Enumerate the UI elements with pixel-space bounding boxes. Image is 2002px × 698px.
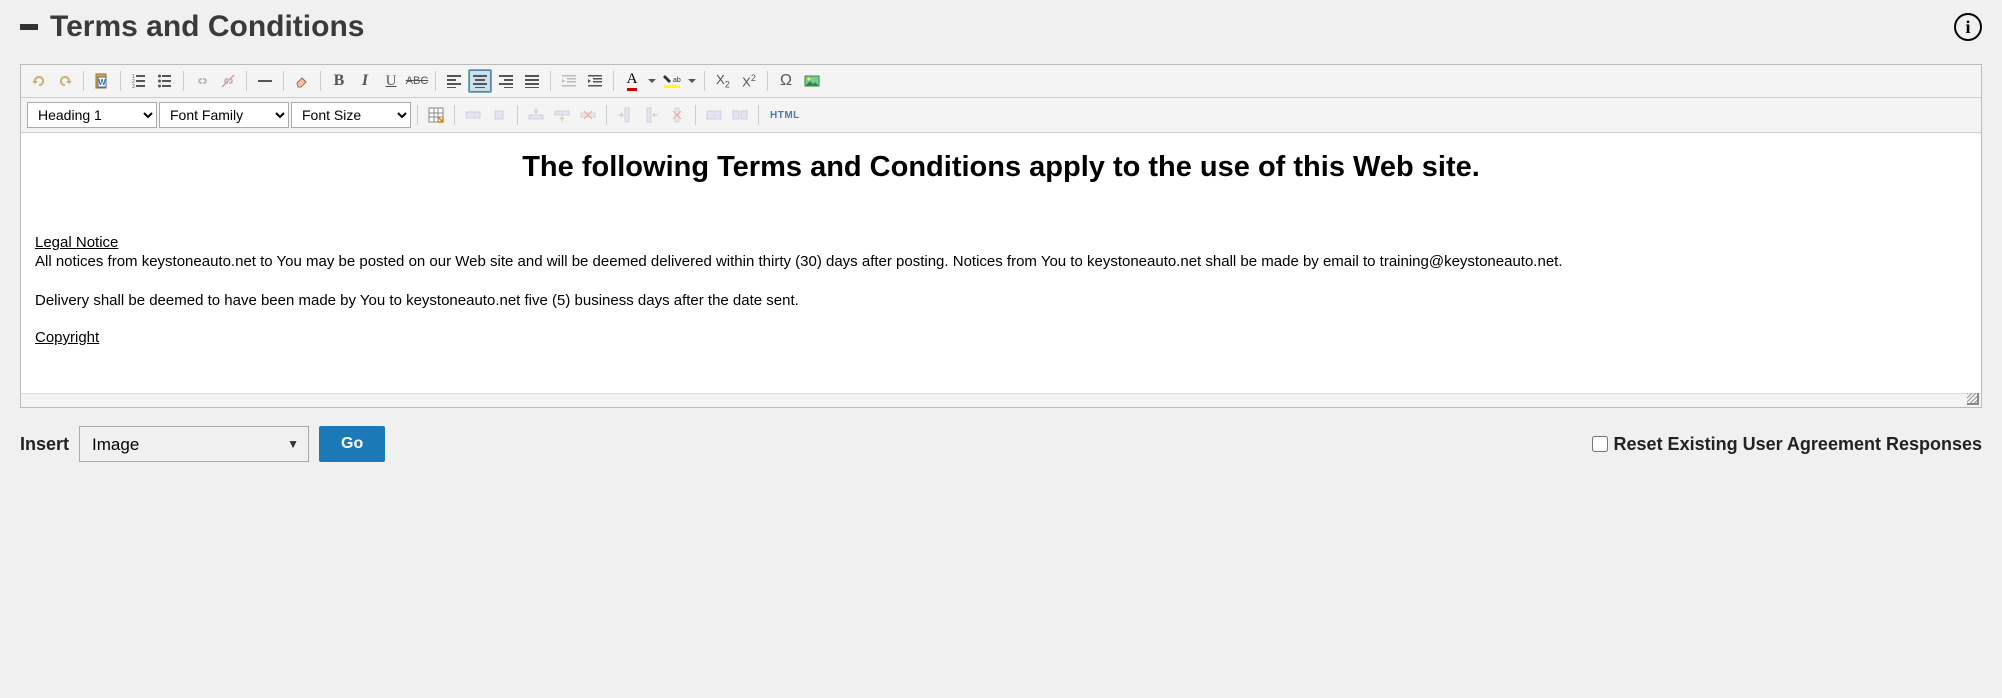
separator bbox=[183, 71, 184, 91]
content-paragraph: Delivery shall be deemed to have been ma… bbox=[35, 290, 1967, 311]
separator bbox=[435, 71, 436, 91]
separator bbox=[606, 105, 607, 125]
content-paragraph: All notices from keystoneauto.net to You… bbox=[35, 251, 1967, 272]
table-row-props-icon[interactable] bbox=[461, 103, 485, 127]
separator bbox=[550, 71, 551, 91]
separator bbox=[613, 71, 614, 91]
unordered-list-icon[interactable] bbox=[153, 69, 177, 93]
link-icon[interactable] bbox=[190, 69, 214, 93]
insert-select-wrap: Image ▼ bbox=[79, 426, 309, 462]
separator bbox=[758, 105, 759, 125]
collapse-icon[interactable] bbox=[20, 24, 38, 30]
separator bbox=[695, 105, 696, 125]
copyright-heading: Copyright bbox=[35, 329, 1967, 346]
separator bbox=[517, 105, 518, 125]
insert-image-icon[interactable] bbox=[800, 69, 824, 93]
align-center-icon[interactable] bbox=[468, 69, 492, 93]
highlight-color-icon[interactable]: ab bbox=[660, 69, 684, 93]
outdent-icon[interactable] bbox=[557, 69, 581, 93]
font-family-select[interactable]: Font Family bbox=[159, 102, 289, 128]
merge-cells-icon[interactable] bbox=[728, 103, 752, 127]
editor-resize-bar bbox=[21, 393, 1981, 407]
header-left: Terms and Conditions bbox=[20, 10, 364, 44]
footer-row: Insert Image ▼ Go Reset Existing User Ag… bbox=[20, 420, 1982, 468]
align-justify-icon[interactable] bbox=[520, 69, 544, 93]
split-cells-icon[interactable] bbox=[702, 103, 726, 127]
format-select[interactable]: Heading 1 bbox=[27, 102, 157, 128]
editor-toolbar-row-2: Heading 1 Font Family Font Size HTML bbox=[21, 98, 1981, 133]
separator bbox=[283, 71, 284, 91]
page-title: Terms and Conditions bbox=[50, 10, 364, 44]
separator bbox=[320, 71, 321, 91]
separator bbox=[704, 71, 705, 91]
section-header: Terms and Conditions i bbox=[20, 10, 1982, 44]
separator bbox=[417, 105, 418, 125]
table-cell-props-icon[interactable] bbox=[487, 103, 511, 127]
underline-icon[interactable]: U bbox=[379, 69, 403, 93]
insert-row-before-icon[interactable] bbox=[524, 103, 548, 127]
font-size-select[interactable]: Font Size bbox=[291, 102, 411, 128]
separator bbox=[454, 105, 455, 125]
footer-right: Reset Existing User Agreement Responses bbox=[1592, 434, 1982, 455]
italic-icon[interactable]: I bbox=[353, 69, 377, 93]
bold-icon[interactable]: B bbox=[327, 69, 351, 93]
info-icon[interactable]: i bbox=[1954, 13, 1982, 41]
insert-col-before-icon[interactable] bbox=[613, 103, 637, 127]
redo-icon[interactable] bbox=[53, 69, 77, 93]
strikethrough-icon[interactable]: ABC bbox=[405, 69, 429, 93]
table-insert-icon[interactable] bbox=[424, 103, 448, 127]
undo-icon[interactable] bbox=[27, 69, 51, 93]
insert-row-after-icon[interactable] bbox=[550, 103, 574, 127]
rich-text-editor: W 123 B I U ABC A ab X2 X2 Ω bbox=[20, 64, 1982, 408]
svg-text:ab: ab bbox=[673, 77, 681, 84]
insert-col-after-icon[interactable] bbox=[639, 103, 663, 127]
special-char-icon[interactable]: Ω bbox=[774, 69, 798, 93]
indent-icon[interactable] bbox=[583, 69, 607, 93]
legal-notice-heading: Legal Notice bbox=[35, 234, 1967, 251]
separator bbox=[120, 71, 121, 91]
delete-col-icon[interactable] bbox=[665, 103, 689, 127]
svg-text:3: 3 bbox=[132, 84, 135, 89]
insert-label: Insert bbox=[20, 434, 69, 455]
go-button[interactable]: Go bbox=[319, 426, 385, 462]
align-left-icon[interactable] bbox=[442, 69, 466, 93]
subscript-icon[interactable]: X2 bbox=[711, 69, 735, 93]
svg-text:W: W bbox=[98, 78, 106, 87]
delete-row-icon[interactable] bbox=[576, 103, 600, 127]
reset-responses-checkbox[interactable] bbox=[1592, 436, 1608, 452]
html-source-icon[interactable]: HTML bbox=[765, 103, 805, 127]
editor-content[interactable]: The following Terms and Conditions apply… bbox=[21, 133, 1981, 393]
superscript-icon[interactable]: X2 bbox=[737, 69, 761, 93]
highlight-color-dropdown-icon[interactable] bbox=[686, 69, 698, 93]
content-heading: The following Terms and Conditions apply… bbox=[35, 151, 1967, 184]
horizontal-rule-icon[interactable] bbox=[253, 69, 277, 93]
separator bbox=[767, 71, 768, 91]
paste-word-icon[interactable]: W bbox=[90, 69, 114, 93]
separator bbox=[83, 71, 84, 91]
footer-left: Insert Image ▼ Go bbox=[20, 426, 385, 462]
reset-responses-label: Reset Existing User Agreement Responses bbox=[1614, 434, 1982, 455]
align-right-icon[interactable] bbox=[494, 69, 518, 93]
text-color-icon[interactable]: A bbox=[620, 69, 644, 93]
unlink-icon[interactable] bbox=[216, 69, 240, 93]
separator bbox=[246, 71, 247, 91]
text-color-dropdown-icon[interactable] bbox=[646, 69, 658, 93]
editor-toolbar-row-1: W 123 B I U ABC A ab X2 X2 Ω bbox=[21, 65, 1981, 98]
eraser-icon[interactable] bbox=[290, 69, 314, 93]
resize-grip-icon[interactable] bbox=[1967, 393, 1979, 405]
ordered-list-icon[interactable]: 123 bbox=[127, 69, 151, 93]
insert-select[interactable]: Image bbox=[79, 426, 309, 462]
